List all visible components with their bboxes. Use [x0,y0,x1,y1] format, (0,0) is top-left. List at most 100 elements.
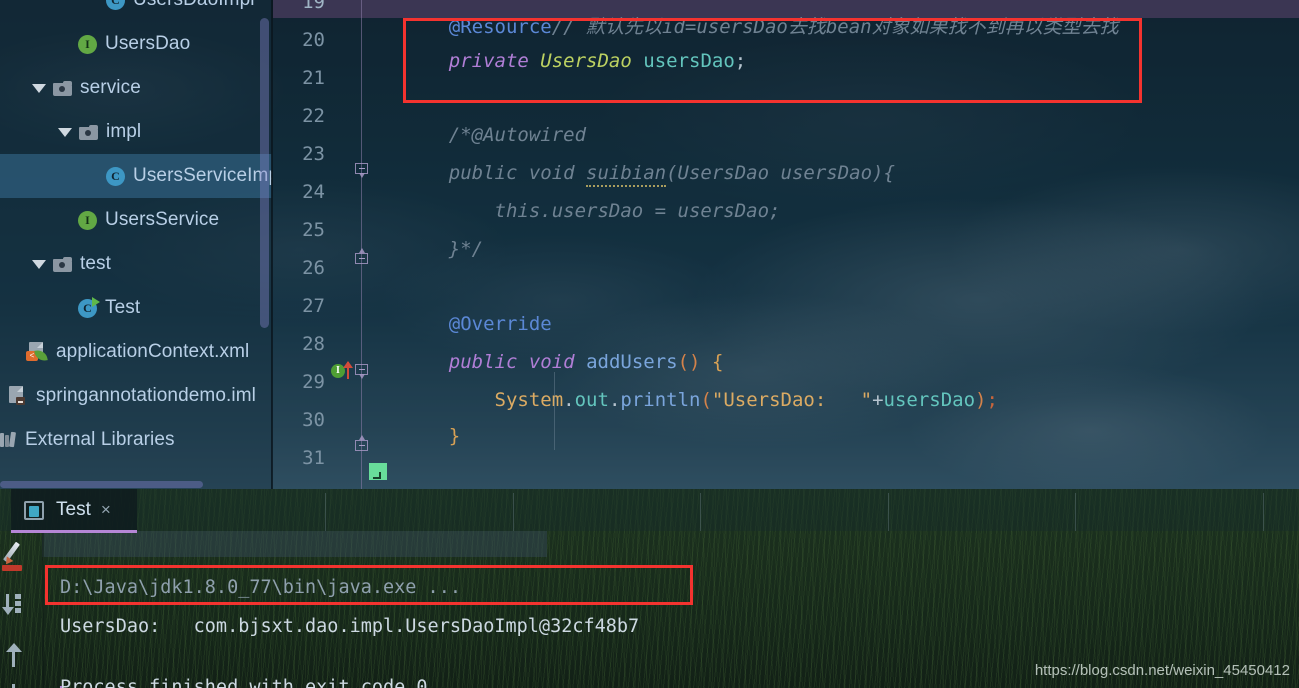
tree-item-label: applicationContext.xml [56,341,250,362]
sidebar-vertical-scrollbar[interactable] [260,18,269,328]
sidebar-divider [271,0,273,489]
active-tab-underline [11,530,137,533]
tree-item-test[interactable]: test [0,242,272,286]
run-tool-window[interactable]: Test × D:\Java\jdk1.8.0_77\bin\java.exe … [0,489,1299,688]
code-token: // 默认先以id=usersDao去找bean对象如果找不到再以类型去找 [551,16,1119,38]
folder-icon [53,256,72,272]
test-class-icon: C [78,296,100,318]
console-toolbar[interactable] [0,531,42,688]
line-number-24: 24 [302,181,325,203]
code-token: (UsersDao usersDao){ [666,162,895,184]
line-number-25: 25 [302,219,325,241]
code-line-25[interactable]: this.usersDao = usersDao; [403,200,781,222]
code-token: println [620,389,701,411]
line-number-26: 26 [302,257,325,279]
tree-item-usersserviceimpl[interactable]: C UsersServiceImpl [0,154,272,198]
run-tab-test[interactable]: Test × [11,489,137,531]
line-number-28: 28 [302,333,325,355]
run-tab-label: Test [56,499,91,520]
line-number-20: 20 [302,29,325,51]
fold-marker-open-29[interactable] [355,364,368,379]
code-line-24[interactable]: public void suibian(UsersDao usersDao){ [403,162,895,187]
code-text[interactable]: @Resource// 默认先以id=usersDao去找bean对象如果找不到… [403,0,1119,450]
code-line-23[interactable]: /*@Autowired [403,124,586,146]
tree-item-usersdao[interactable]: I UsersDao [0,22,272,66]
folder-icon [79,124,98,140]
code-token: usersDao [643,50,735,72]
code-token: () [677,351,701,373]
previous-occurrence-icon[interactable] [6,643,24,669]
code-token: ; [734,50,747,72]
code-fold-rail [361,0,362,489]
fold-marker-close-31[interactable] [355,435,368,451]
line-number-27: 27 [302,295,325,317]
code-token: . [563,389,575,411]
code-token: ; [986,389,998,411]
tree-item-label: springannotationdemo.iml [36,385,256,406]
class-icon: C [106,0,125,10]
console-line-2: Process finished with exit code 0 [60,677,428,688]
tree-item-service[interactable]: service [0,66,272,110]
code-line-26[interactable]: }*/ [403,238,483,260]
code-line-21[interactable]: private UsersDao usersDao; [403,50,746,72]
tree-item-label: UsersServiceImpl [133,165,272,186]
code-token: }*/ [403,238,484,260]
project-tree-panel[interactable]: C UsersDaoImpl I UsersDao service impl C UsersS… [0,0,272,489]
code-token: suibian [586,162,667,187]
code-line-31[interactable]: } [403,425,460,447]
tree-item-springannotationdemo-iml[interactable]: springannotationdemo.iml [0,374,272,418]
indent-guide [554,372,555,450]
changed-lines-marker[interactable] [369,463,387,480]
code-line-29[interactable]: public void addUsers() { [403,351,724,373]
editor-gutter[interactable]: 19 20 21 22 23 24 25 26 27 28 29 30 31 I [273,0,403,489]
code-token: ( [700,389,712,411]
code-token: this.usersDao = usersDao; [403,200,781,222]
close-icon[interactable]: × [101,500,111,520]
fold-marker-open-23[interactable] [355,163,368,178]
run-tab-strip[interactable]: Test × [0,489,1299,531]
tree-item-label: test [80,253,112,274]
tree-item-usersdaoimpl[interactable]: C UsersDaoImpl [0,0,272,22]
code-token: "UsersDao: " [711,389,873,411]
tree-item-usersservice[interactable]: I UsersService [0,198,272,242]
code-token: { [711,351,724,373]
code-token: . [608,389,621,411]
code-token: + [872,389,884,411]
class-icon: C [106,166,125,186]
code-line-20[interactable]: @Resource// 默认先以id=usersDao去找bean对象如果找不到… [403,12,1119,39]
line-number-21: 21 [302,67,325,89]
soft-wrap-icon[interactable] [2,541,32,573]
line-number-23: 23 [302,143,325,165]
fold-marker-close-26[interactable] [355,248,368,264]
tree-item-test[interactable]: C Test [0,286,272,330]
sidebar-horizontal-scrollbar[interactable] [0,481,203,488]
interface-icon: I [78,34,97,54]
code-editor[interactable]: 19 20 21 22 23 24 25 26 27 28 29 30 31 I @Resource//… [273,0,1299,489]
next-occurrence-icon[interactable] [6,684,24,688]
tree-item-applicationcontext-xml[interactable]: < applicationContext.xml [0,330,272,374]
tree-item-external-libraries[interactable]: External Libraries [0,418,272,462]
chevron-down-icon[interactable] [32,259,46,269]
code-line-28[interactable]: @Override [403,313,552,335]
chevron-down-icon[interactable] [58,127,72,137]
chevron-down-icon[interactable] [32,83,46,93]
code-token: } [403,425,461,447]
scroll-to-end-icon[interactable] [2,594,30,618]
code-line-30[interactable]: System.out.println("UsersDao: "+usersDao… [403,389,998,411]
tree-item-impl[interactable]: impl [0,110,272,154]
code-token: System [494,389,564,411]
watermark: https://blog.csdn.net/weixin_45450412 [1034,662,1290,679]
tree-item-label: impl [106,121,142,142]
